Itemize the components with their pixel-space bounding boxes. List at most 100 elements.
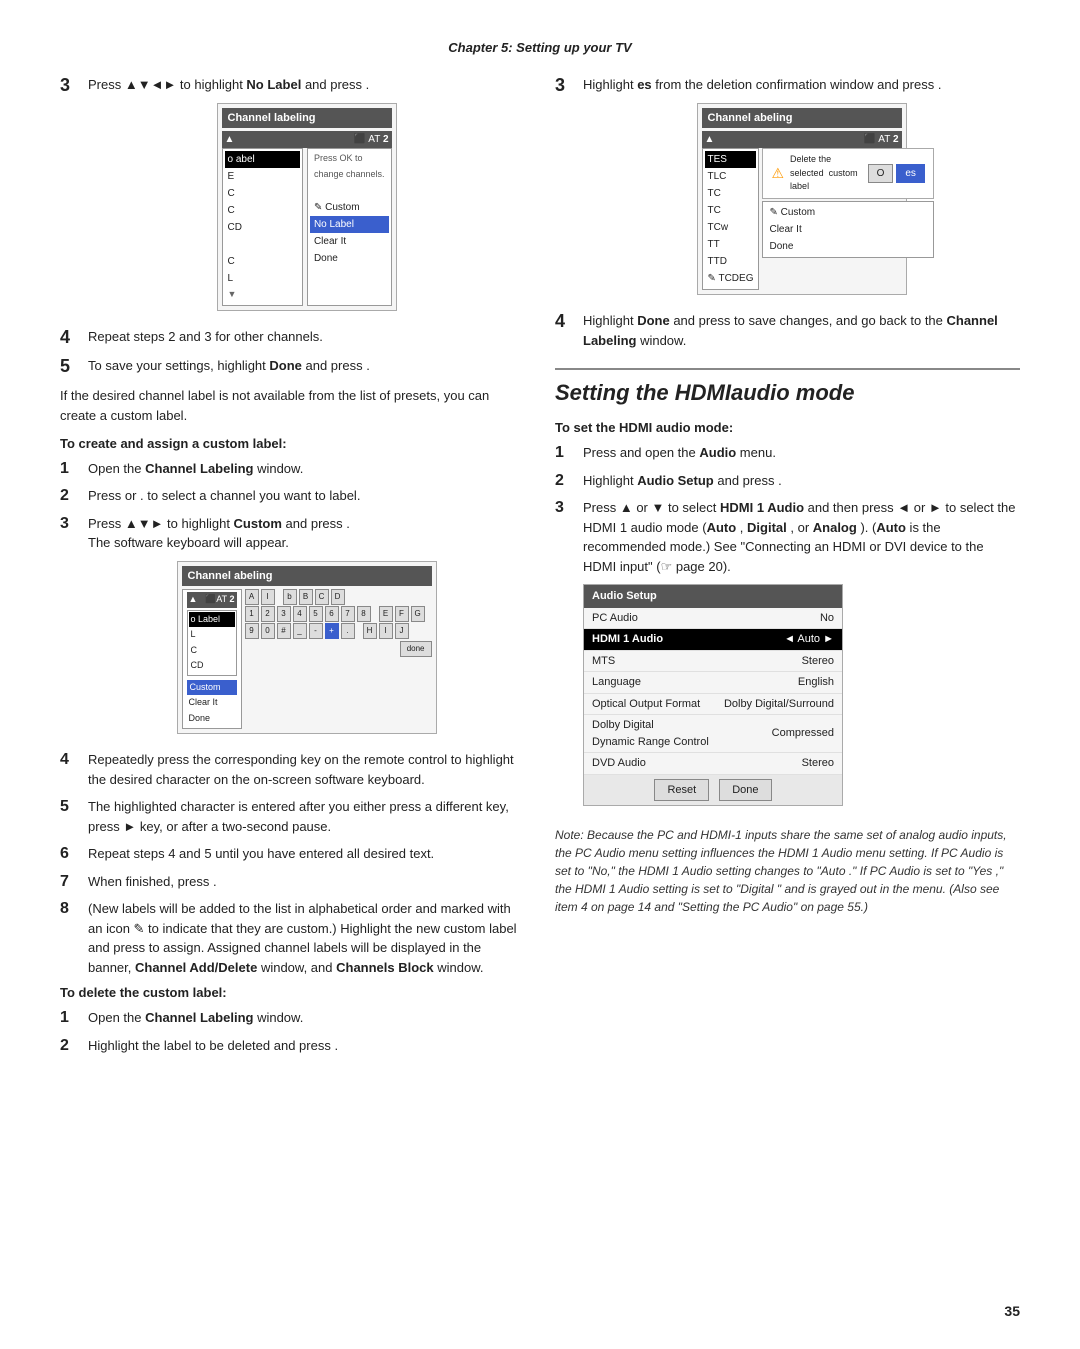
- channel-box-1: Channel labeling ▲ ⬛ AT 2 o abel E C C: [217, 103, 397, 311]
- sub-step1-content: Open the Channel Labeling window.: [88, 459, 525, 479]
- hdmi-step3-digital: Digital: [747, 520, 787, 535]
- sub-step1-prefix: Open the: [88, 461, 145, 476]
- key-dot[interactable]: .: [341, 623, 355, 639]
- right-step4: 4 Highlight Done and press to save chang…: [555, 311, 1020, 350]
- hdmi-step2-bold: Audio Setup: [637, 473, 714, 488]
- audio-row-lang: Language English: [584, 672, 842, 694]
- right-topbar-right: ⬛ AT 2: [864, 132, 899, 147]
- two-column-layout: 3 Press ▲▼◄► to highlight No Label and p…: [60, 75, 1020, 1063]
- list-item: TTD: [705, 253, 757, 270]
- sub-step1: 1 Open the Channel Labeling window.: [60, 459, 525, 479]
- key-7[interactable]: 7: [341, 606, 355, 622]
- key-J[interactable]: J: [395, 623, 409, 639]
- key-1[interactable]: 1: [245, 606, 259, 622]
- del-step-num-1: 1: [60, 1008, 82, 1027]
- right-topbar-left: ▲: [705, 132, 715, 147]
- audio-done-btn[interactable]: Done: [719, 779, 771, 802]
- sub-step7: 7 When finished, press .: [60, 872, 525, 892]
- sub-step-num-1: 1: [60, 459, 82, 478]
- audio-label-hdmi1: HDMI 1 Audio: [592, 631, 663, 648]
- hdmi-step1: 1 Press and open the Audio menu.: [555, 443, 1020, 463]
- key-G[interactable]: G: [411, 606, 425, 622]
- right-step-num-4: 4: [555, 311, 577, 333]
- dialog-btn-o[interactable]: O: [868, 164, 894, 183]
- audio-value-lang: English: [798, 674, 834, 691]
- key-hash[interactable]: #: [277, 623, 291, 639]
- audio-label-pc: PC Audio: [592, 610, 638, 627]
- key-b[interactable]: b: [283, 589, 297, 605]
- channel-box-right-inner: TES TLC TC TC TCw TT TTD ✎ TCDEG: [702, 148, 902, 290]
- del-step1-content: Open the Channel Labeling window.: [88, 1008, 525, 1028]
- list-item: TES: [705, 151, 757, 168]
- key-A[interactable]: A: [245, 589, 259, 605]
- key-E[interactable]: E: [379, 606, 393, 622]
- keyboard-inner: ▲⬛AT 2 o Label L C CD Custom: [182, 589, 432, 729]
- key-B[interactable]: B: [299, 589, 313, 605]
- list-item-arrow: ▼: [225, 287, 300, 303]
- key-dash[interactable]: -: [309, 623, 323, 639]
- step-number-5: 5: [60, 356, 82, 378]
- hdmi-note: Note: Because the PC and HDMI-1 inputs s…: [555, 826, 1020, 916]
- audio-value-hdmi1: ◄ Auto ►: [784, 631, 834, 648]
- kb-custom-btn[interactable]: Custom: [187, 680, 237, 696]
- audio-row-pc: PC Audio No: [584, 608, 842, 630]
- right-step4-content: Highlight Done and press to save changes…: [583, 311, 1020, 350]
- left-step4-content: Repeat steps 2 and 3 for other channels.: [88, 327, 525, 347]
- sub-step1-bold: Channel Labeling: [145, 461, 253, 476]
- right-step3-content: Highlight es from the deletion confirmat…: [583, 75, 1020, 303]
- audio-reset-btn[interactable]: Reset: [654, 779, 709, 802]
- chapter-header: Chapter 5: Setting up your TV: [60, 40, 1020, 55]
- subsection-hdmi: To set the HDMI audio mode:: [555, 420, 1020, 435]
- key-D[interactable]: D: [331, 589, 345, 605]
- audio-value-dolby: Compressed: [772, 717, 834, 750]
- left-step5-prefix: To save your settings, highlight: [88, 358, 269, 373]
- menu-item-done: Done: [765, 238, 930, 255]
- hdmi-step3: 3 Press ▲ or ▼ to select HDMI 1 Audio an…: [555, 498, 1020, 814]
- step-number-3: 3: [60, 75, 82, 97]
- key-F[interactable]: F: [395, 606, 409, 622]
- key-9[interactable]: 9: [245, 623, 259, 639]
- dialog-btn-yes[interactable]: es: [896, 164, 925, 183]
- key-plus[interactable]: +: [325, 623, 339, 639]
- key-I[interactable]: I: [261, 589, 275, 605]
- channel-box-right-title: Channel abeling: [702, 108, 902, 129]
- audio-footer: Reset Done: [584, 775, 842, 806]
- list-item: C: [225, 185, 300, 202]
- left-step3: 3 Press ▲▼◄► to highlight No Label and p…: [60, 75, 525, 319]
- list-item: TT: [705, 236, 757, 253]
- del-step1-bold: Channel Labeling: [145, 1010, 253, 1025]
- list-item: o abel: [225, 151, 300, 168]
- kb-btns: done: [245, 641, 432, 657]
- list-item: E: [225, 168, 300, 185]
- hdmi-step1-bold: Audio: [699, 445, 736, 460]
- key-0[interactable]: 0: [261, 623, 275, 639]
- delete-dialog: ⚠ Delete the selected custom label O es: [762, 148, 933, 199]
- sub-step3-sub: The software keyboard will appear.: [88, 535, 289, 550]
- hdmi-step1-content: Press and open the Audio menu.: [583, 443, 1020, 463]
- key-2[interactable]: 2: [261, 606, 275, 622]
- kb-done: Done: [187, 711, 237, 727]
- sub-step8-content: (New labels will be added to the list in…: [88, 899, 525, 977]
- kb-channel-list: o Label L C CD: [187, 610, 237, 676]
- key-6[interactable]: 6: [325, 606, 339, 622]
- list-item: ✎ TCDEG: [705, 270, 757, 287]
- key-I2[interactable]: I: [379, 623, 393, 639]
- key-8[interactable]: 8: [357, 606, 371, 622]
- sub-step-num-3: 3: [60, 514, 82, 533]
- left-step5-content: To save your settings, highlight Done an…: [88, 356, 525, 376]
- key-3[interactable]: 3: [277, 606, 291, 622]
- key-4[interactable]: 4: [293, 606, 307, 622]
- menu-item-clear: Clear It: [765, 221, 930, 238]
- key-C[interactable]: C: [315, 589, 329, 605]
- audio-label-optical: Optical Output Format: [592, 696, 700, 713]
- step-number-4: 4: [60, 327, 82, 349]
- key-5[interactable]: 5: [309, 606, 323, 622]
- subsection-create: To create and assign a custom label:: [60, 436, 525, 451]
- kb-done-btn[interactable]: done: [400, 641, 432, 657]
- kb-list-row: o Label: [189, 612, 235, 628]
- key-space[interactable]: _: [293, 623, 307, 639]
- sub-step3-content: Press ▲▼► to highlight Custom and press …: [88, 514, 525, 743]
- key-H[interactable]: H: [363, 623, 377, 639]
- right-step3: 3 Highlight es from the deletion confirm…: [555, 75, 1020, 303]
- kb-list-row: CD: [189, 658, 235, 674]
